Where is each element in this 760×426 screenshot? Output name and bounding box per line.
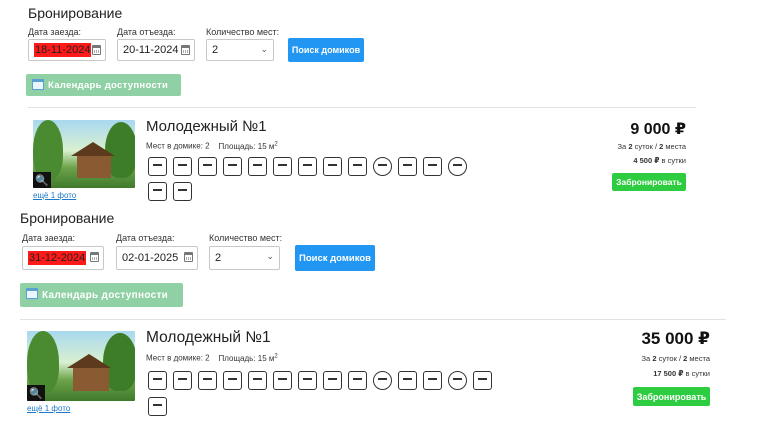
house-places: Мест в домике: 2 <box>146 353 210 363</box>
kettle-icon <box>298 157 317 176</box>
checkin-field[interactable]: 31-12-2024 <box>22 246 104 270</box>
checkin-label: Дата заезда: <box>28 27 82 37</box>
microwave-icon <box>323 371 342 390</box>
house-photo[interactable]: 🔍 <box>27 331 135 401</box>
parking-icon <box>398 157 417 176</box>
zoom-icon[interactable]: 🔍 <box>27 385 45 401</box>
checkout-label: Дата отъезда: <box>116 233 175 243</box>
hairdryer-icon <box>248 157 267 176</box>
table-icon <box>473 371 492 390</box>
parking-icon <box>398 371 417 390</box>
guests-label: Количество мест: <box>209 233 283 243</box>
guests-select[interactable]: 2 ⌄ <box>209 246 280 270</box>
hairdryer-icon <box>248 371 267 390</box>
stove-icon <box>273 371 292 390</box>
house-name[interactable]: Молодежный №1 <box>146 329 271 347</box>
bed-icon <box>348 371 367 390</box>
calendar-icon <box>32 79 44 90</box>
guests-value: 2 <box>212 44 219 56</box>
shower-icon <box>198 157 217 176</box>
no-smoking-icon <box>373 371 392 390</box>
search-houses-button[interactable]: Поиск домиков <box>288 38 364 62</box>
house-area: Площадь: 15 м2 <box>218 353 278 363</box>
house-photo[interactable]: 🔍 <box>33 120 135 188</box>
zoom-icon[interactable]: 🔍 <box>33 172 51 188</box>
dining-table-icon <box>423 157 442 176</box>
amenities-row <box>148 157 478 201</box>
checkout-field[interactable]: 20-11-2024 <box>117 39 195 61</box>
calendar-icon[interactable] <box>184 252 193 262</box>
checkout-value: 02-01-2025 <box>122 252 179 264</box>
checkout-label: Дата отъезда: <box>117 27 176 37</box>
shower-icon <box>198 371 217 390</box>
table-icon <box>148 182 167 201</box>
house-places: Мест в домике: 2 <box>146 141 210 151</box>
more-photos-link[interactable]: ещё 1 фото <box>33 191 76 200</box>
fridge-icon <box>223 157 242 176</box>
divider <box>20 319 726 320</box>
house-name[interactable]: Молодежный №1 <box>146 118 267 135</box>
search-houses-button[interactable]: Поиск домиков <box>295 245 375 271</box>
house-price: 9 000 ₽ <box>630 121 686 138</box>
chevron-down-icon: ⌄ <box>266 251 274 261</box>
stove-icon <box>273 157 292 176</box>
price-period: За 2 суток / 2 места <box>641 354 710 363</box>
calendar-icon[interactable] <box>90 252 99 262</box>
calendar-icon[interactable] <box>181 45 190 55</box>
price-period: За 2 суток / 2 места <box>617 142 686 151</box>
toilet-icon <box>173 182 192 201</box>
microwave-icon <box>323 157 342 176</box>
house-meta: Мест в домике: 2 Площадь: 15 м2 <box>146 353 278 363</box>
calendar-icon[interactable] <box>92 45 101 55</box>
bed-icon <box>348 157 367 176</box>
guests-value: 2 <box>215 252 222 264</box>
availability-calendar-button[interactable]: Календарь доступности <box>20 283 183 307</box>
dining-table-icon <box>423 371 442 390</box>
availability-calendar-label: Календарь доступности <box>48 79 169 91</box>
checkin-label: Дата заезда: <box>22 233 76 243</box>
tv-icon <box>148 371 167 390</box>
no-smoking-icon <box>373 157 392 176</box>
book-button[interactable]: Забронировать <box>633 387 710 406</box>
amenities-row <box>148 371 503 416</box>
checkin-value: 18-11-2024 <box>34 43 92 57</box>
guests-label: Количество мест: <box>206 27 280 37</box>
guests-select[interactable]: 2 ⌄ <box>206 39 274 61</box>
dishes-icon <box>448 157 467 176</box>
chevron-down-icon: ⌄ <box>260 44 268 54</box>
tv-icon <box>148 157 167 176</box>
booking-title: Бронирование <box>20 210 115 226</box>
house-price: 35 000 ₽ <box>641 329 710 348</box>
house-meta: Мест в домике: 2 Площадь: 15 м2 <box>146 141 278 151</box>
divider <box>28 107 696 108</box>
booking-title: Бронирование <box>28 5 123 21</box>
price-per-day: 4 500 ₽ в сутки <box>633 156 686 165</box>
checkin-value: 31-12-2024 <box>28 251 87 265</box>
fridge-icon <box>223 371 242 390</box>
price-per-day: 17 500 ₽ в сутки <box>653 369 710 378</box>
availability-calendar-button[interactable]: Календарь доступности <box>26 74 181 96</box>
toilet-icon <box>148 397 167 416</box>
more-photos-link[interactable]: ещё 1 фото <box>27 404 70 413</box>
checkout-value: 20-11-2024 <box>123 44 179 56</box>
kitchen-sink-icon <box>173 371 192 390</box>
checkout-field[interactable]: 02-01-2025 <box>116 246 198 270</box>
dishes-icon <box>448 371 467 390</box>
book-button[interactable]: Забронировать <box>612 173 686 191</box>
availability-calendar-label: Календарь доступности <box>42 289 169 301</box>
house-area: Площадь: 15 м2 <box>218 141 278 151</box>
checkin-field[interactable]: 18-11-2024 <box>28 39 106 61</box>
kettle-icon <box>298 371 317 390</box>
calendar-icon <box>26 288 38 299</box>
kitchen-sink-icon <box>173 157 192 176</box>
